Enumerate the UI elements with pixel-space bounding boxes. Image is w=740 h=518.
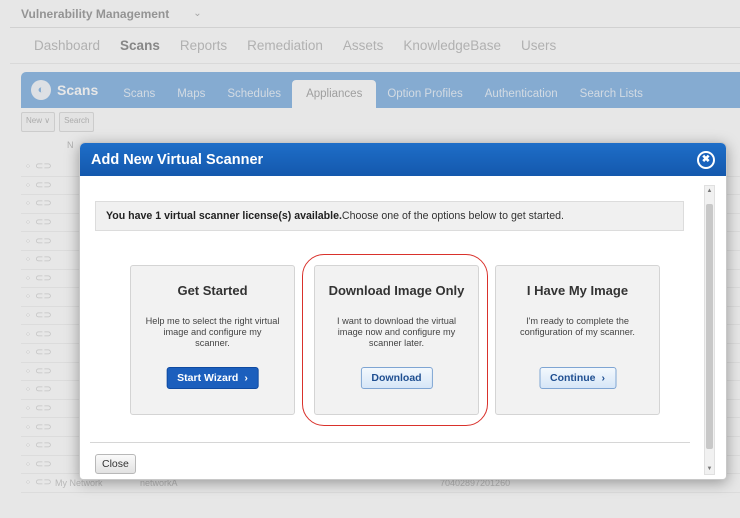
card-title: I Have My Image <box>526 283 629 298</box>
card-title: Get Started <box>177 283 248 298</box>
scroll-up-icon[interactable]: ▲ <box>705 188 714 194</box>
card-title: Download Image Only <box>328 283 465 298</box>
card-description: Help me to select the right virtual imag… <box>145 316 280 348</box>
license-notice-bold: You have 1 virtual scanner license(s) av… <box>106 210 342 222</box>
start-wizard-button[interactable]: Start Wizard › <box>166 367 259 389</box>
dialog-body: You have 1 virtual scanner license(s) av… <box>80 176 726 434</box>
card-description: I want to download the virtual image now… <box>337 316 456 348</box>
scrollbar-thumb[interactable] <box>706 204 713 449</box>
chevron-right-icon: › <box>244 372 248 384</box>
dialog-scrollbar[interactable]: ▲ ▼ <box>704 185 715 475</box>
start-wizard-label: Start Wizard <box>177 372 239 384</box>
close-icon-glyph: ✖ <box>699 153 713 167</box>
license-notice-rest: Choose one of the options below to get s… <box>341 210 564 222</box>
dialog-footer-divider <box>90 442 690 443</box>
chevron-right-icon: › <box>601 372 606 384</box>
card-description: I'm ready to complete the configuration … <box>520 316 635 337</box>
option-card-have-image: I Have My Image I'm ready to complete th… <box>495 265 660 415</box>
dialog-title: Add New Virtual Scanner <box>91 151 264 168</box>
dialog-header: Add New Virtual Scanner <box>80 143 726 176</box>
download-button[interactable]: Download <box>360 367 433 389</box>
scroll-down-icon[interactable]: ▼ <box>705 466 714 472</box>
add-virtual-scanner-dialog: Add New Virtual Scanner ✖ You have 1 vir… <box>79 142 727 480</box>
continue-label: Continue <box>550 372 596 384</box>
option-card-get-started: Get Started Help me to select the right … <box>130 265 295 415</box>
close-button[interactable]: Close <box>95 454 136 474</box>
license-notice: You have 1 virtual scanner license(s) av… <box>95 201 684 231</box>
close-icon[interactable]: ✖ <box>697 151 715 169</box>
option-card-download-image: Download Image Only I want to download t… <box>314 265 479 415</box>
continue-button[interactable]: Continue › <box>539 367 616 389</box>
